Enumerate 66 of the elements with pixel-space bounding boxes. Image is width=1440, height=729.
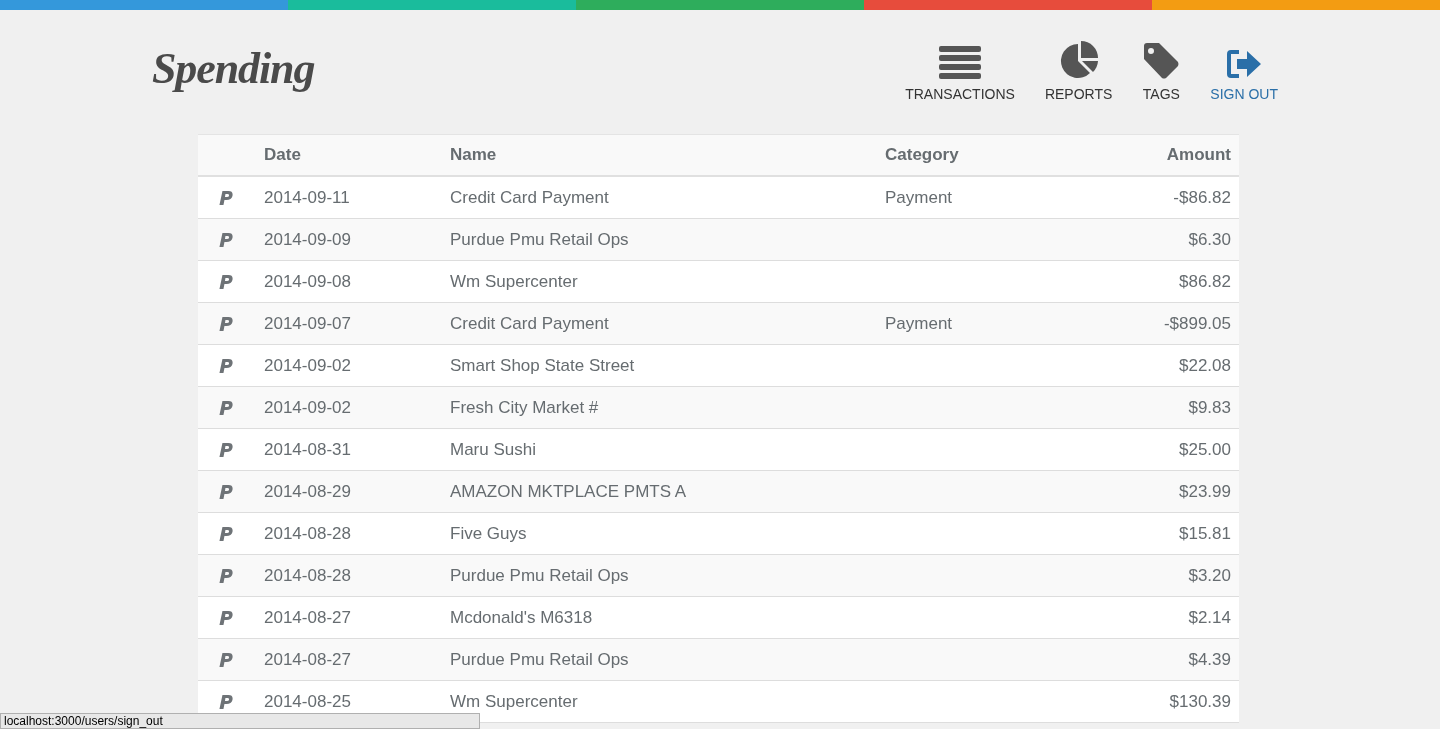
p-letter-icon: [219, 232, 233, 247]
table-cell-text: Wm Supercenter: [450, 690, 579, 713]
p-letter-icon: [219, 442, 233, 457]
table-cell-text: $15.81: [1178, 522, 1232, 545]
table-cell-text: Mcdonald's M6318: [450, 606, 594, 629]
table-cell-text: 2014-09-09: [264, 228, 352, 251]
p-letter-icon: [219, 694, 233, 709]
table-cell-text: Maru Sushi: [450, 438, 537, 461]
table-cell-text: $2.14: [1187, 606, 1232, 629]
p-letter-icon: [219, 484, 233, 499]
table-cell-text: $4.39: [1187, 648, 1232, 671]
table-cell-text: Purdue Pmu Retail Ops: [450, 228, 630, 251]
status-bar: localhost:3000/users/sign_out: [0, 713, 480, 729]
p-letter-icon: [219, 652, 233, 667]
nav-link[interactable]: TRANSACTIONS: [905, 40, 1015, 105]
table-cell-text: AMAZON MKTPLACE PMTS A: [450, 480, 688, 503]
table-cell-text: 2014-09-07: [264, 312, 352, 335]
column-header: Category: [885, 144, 960, 167]
table-cell-text: $23.99: [1178, 480, 1232, 503]
table-cell-text: 2014-08-27: [264, 606, 352, 629]
column-header: Name: [450, 144, 498, 167]
table-cell-text: $22.08: [1178, 354, 1232, 377]
p-letter-icon: [219, 274, 233, 289]
table-cell-text: 2014-09-11: [264, 186, 351, 209]
table-cell-text: Smart Shop State Street: [450, 354, 636, 377]
p-letter-icon: [219, 610, 233, 625]
tag-icon: [1142, 42, 1181, 80]
p-letter-icon: [219, 190, 233, 205]
table-cell-text: Purdue Pmu Retail Ops: [450, 648, 630, 671]
table-cell-text: 2014-09-02: [264, 354, 352, 377]
nav-link[interactable]: TAGS: [1142, 40, 1181, 105]
table-cell-text: 2014-08-25: [264, 690, 352, 713]
table-cell-text: 2014-08-29: [264, 480, 352, 503]
table-cell-text: $25.00: [1178, 438, 1232, 461]
column-header: Amount: [1165, 144, 1232, 167]
p-letter-icon: [219, 316, 233, 331]
table-cell-text: Purdue Pmu Retail Ops: [450, 564, 630, 587]
table-cell-text: 2014-09-08: [264, 270, 352, 293]
column-header: Date: [264, 144, 302, 167]
p-letter-icon: [219, 526, 233, 541]
logo[interactable]: Spending: [152, 36, 315, 102]
table-cell-text: -$899.05: [1162, 312, 1232, 335]
list-icon: [939, 46, 982, 80]
table-cell-text: 2014-08-28: [264, 564, 352, 587]
table-cell-text: 2014-08-28: [264, 522, 352, 545]
table-cell-text: $9.83: [1187, 396, 1232, 419]
nav-link[interactable]: REPORTS: [1044, 40, 1113, 105]
table-cell-text: Fresh City Market #: [450, 396, 600, 419]
table-cell-text: 2014-08-27: [264, 648, 352, 671]
p-letter-icon: [219, 400, 233, 415]
table-cell-text: 2014-08-31: [264, 438, 352, 461]
table-cell-text: $6.30: [1187, 228, 1232, 251]
table-cell-text: Wm Supercenter: [450, 270, 579, 293]
table-cell-text: $86.82: [1178, 270, 1232, 293]
table-cell: Payment: [885, 187, 953, 207]
table-cell-text: -$86.82: [1172, 186, 1232, 209]
table-cell-text: 2014-09-02: [264, 396, 352, 419]
table-cell: Payment: [885, 313, 953, 333]
p-letter-icon: [219, 358, 233, 373]
table-cell-text: $3.20: [1187, 564, 1232, 587]
table-cell-text: Credit Card Payment: [450, 186, 610, 209]
p-letter-icon: [219, 568, 233, 583]
table-cell-text: $130.39: [1168, 690, 1232, 713]
nav-link[interactable]: SIGN OUT: [1210, 40, 1278, 105]
table-cell-text: Credit Card Payment: [450, 312, 610, 335]
table-cell-text: Five Guys: [450, 522, 528, 545]
